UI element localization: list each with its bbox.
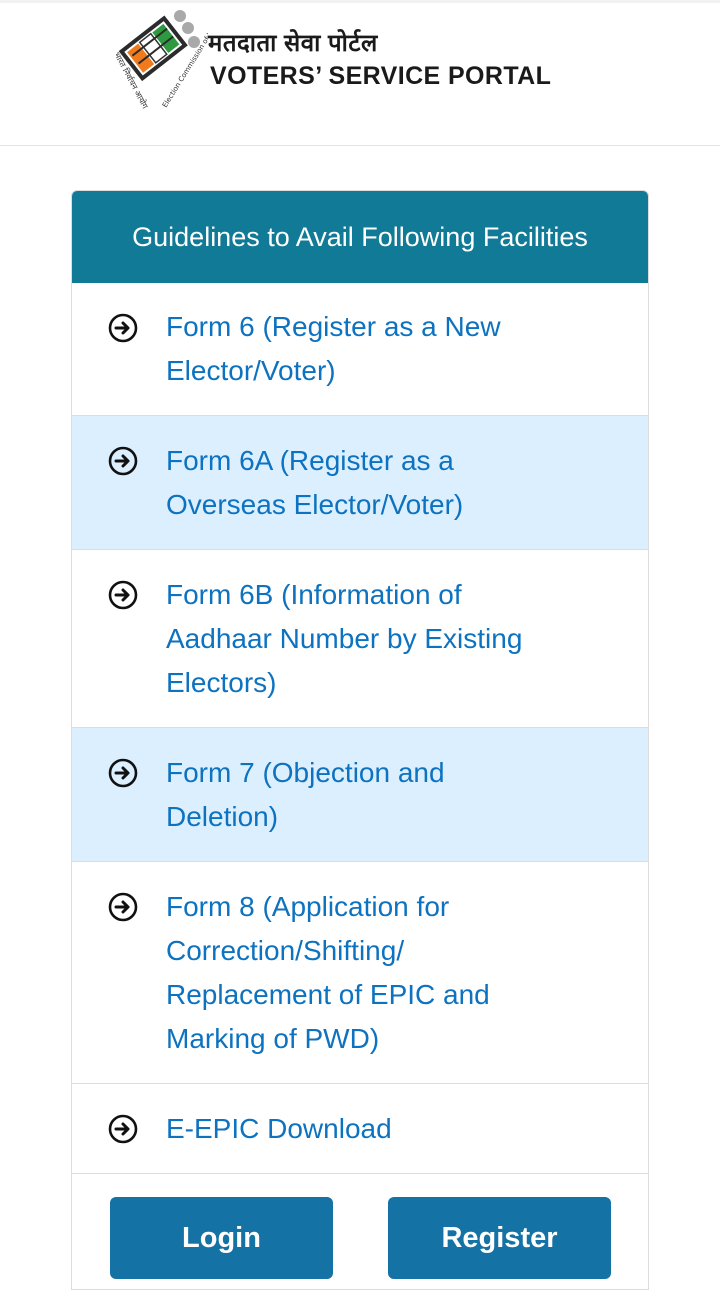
site-header: भारत निर्वाचन आयोग Election Commission o… (0, 0, 720, 146)
guidelines-card-title: Guidelines to Avail Following Facilities (72, 191, 648, 283)
circle-arrow-right-icon (108, 1114, 138, 1144)
circle-arrow-right-icon (108, 580, 138, 610)
e-epic-download-link[interactable]: E-EPIC Download (166, 1107, 392, 1151)
list-item-form-6a[interactable]: Form 6A (Register as a Overseas Elector/… (72, 416, 648, 550)
list-item-form-6[interactable]: Form 6 (Register as a New Elector/Voter) (72, 283, 648, 416)
form-8-link[interactable]: Form 8 (Application for Correction/Shift… (166, 885, 511, 1061)
list-item-e-epic-download[interactable]: E-EPIC Download (72, 1084, 648, 1174)
portal-title-english: VOTERS’ SERVICE PORTAL (210, 62, 552, 90)
circle-arrow-right-icon (108, 313, 138, 343)
form-6b-link[interactable]: Form 6B (Information of Aadhaar Number b… (166, 573, 556, 705)
login-button[interactable]: Login (110, 1197, 333, 1279)
top-divider (0, 0, 720, 3)
eci-logo-icon[interactable]: भारत निर्वाचन आयोग Election Commission o… (108, 6, 208, 116)
form-6-link[interactable]: Form 6 (Register as a New Elector/Voter) (166, 305, 526, 393)
form-7-link[interactable]: Form 7 (Objection and Deletion) (166, 751, 476, 839)
circle-arrow-right-icon (108, 892, 138, 922)
circle-arrow-right-icon (108, 446, 138, 476)
register-button[interactable]: Register (388, 1197, 611, 1279)
list-item-form-7[interactable]: Form 7 (Objection and Deletion) (72, 728, 648, 862)
form-6a-link[interactable]: Form 6A (Register as a Overseas Elector/… (166, 439, 496, 527)
guidelines-card: Guidelines to Avail Following Facilities… (71, 190, 649, 1290)
list-item-form-6b[interactable]: Form 6B (Information of Aadhaar Number b… (72, 550, 648, 728)
portal-title-hindi: मतदाता सेवा पोर्टल (208, 30, 378, 57)
list-item-form-8[interactable]: Form 8 (Application for Correction/Shift… (72, 862, 648, 1084)
circle-arrow-right-icon (108, 758, 138, 788)
